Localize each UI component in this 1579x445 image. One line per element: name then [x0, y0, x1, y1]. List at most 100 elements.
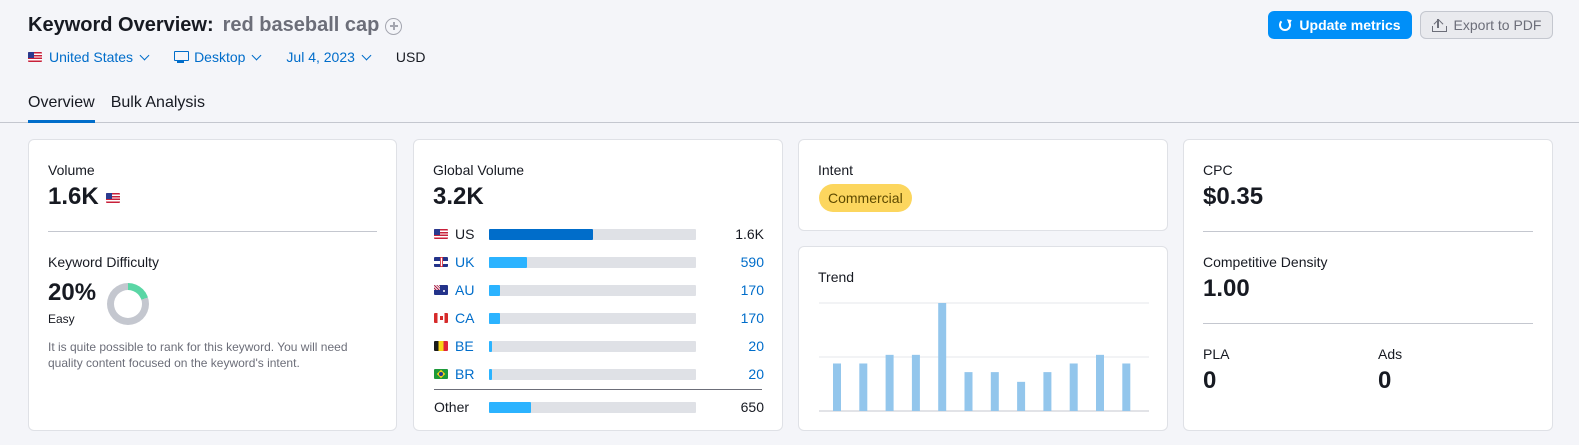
tab-bulk-analysis[interactable]: Bulk Analysis: [111, 92, 205, 123]
other-volume: 650: [740, 399, 764, 415]
ads-value: 0: [1378, 367, 1392, 394]
refresh-icon: [1279, 19, 1292, 31]
trend-label: Trend: [818, 269, 855, 285]
country-dropdown[interactable]: United States: [28, 49, 150, 65]
cpc-label: CPC: [1203, 162, 1233, 178]
volume-bar-fill: [489, 401, 532, 413]
density-divider: [1203, 323, 1533, 324]
date-label: Jul 4, 2023: [286, 49, 355, 65]
country-row-ca[interactable]: CA 170: [434, 308, 764, 328]
ca-flag-icon: [434, 313, 448, 323]
trend-bar[interactable]: [885, 354, 894, 411]
volume-bar-fill: [489, 368, 493, 380]
trend-bar[interactable]: [859, 363, 868, 411]
volume-bar-track: [489, 228, 696, 240]
pla-label: PLA: [1203, 346, 1230, 362]
volume-bar-track: [489, 312, 696, 324]
volume-bar-track: [489, 256, 696, 268]
uk-flag-icon: [434, 257, 448, 267]
us-flag-icon: [434, 229, 448, 239]
volume-bar-track: [489, 340, 696, 352]
global-volume-card: Global Volume 3.2K US 1.6K UK 590 AU 170…: [413, 139, 783, 431]
country-row-other: Other 650: [434, 397, 764, 417]
update-metrics-label: Update metrics: [1299, 17, 1401, 33]
global-volume-divider: [434, 389, 762, 390]
country-row-br[interactable]: BR 20: [434, 364, 764, 384]
global-volume-value: 3.2K: [433, 183, 484, 210]
country-label: United States: [49, 49, 134, 65]
us-flag-icon: [105, 193, 120, 203]
us-flag-icon: [28, 52, 42, 62]
volume-bar-track: [489, 368, 696, 380]
keyword-difficulty-value: 20%: [48, 279, 97, 306]
intent-label: Intent: [818, 162, 854, 178]
trend-bar[interactable]: [1017, 381, 1026, 411]
export-pdf-button[interactable]: Export to PDF: [1420, 11, 1553, 39]
br-flag-icon: [434, 369, 448, 379]
trend-bar[interactable]: [1096, 354, 1104, 411]
trend-bar[interactable]: [964, 372, 973, 411]
trend-chart: [819, 302, 1149, 412]
trend-bar[interactable]: [1122, 363, 1131, 411]
export-icon: [1431, 18, 1447, 32]
trend-bar[interactable]: [911, 354, 920, 411]
volume-bar-fill: [489, 340, 493, 352]
competitive-density-value: 1.00: [1203, 275, 1250, 302]
volume-bar-track: [489, 401, 696, 413]
country-row-uk[interactable]: UK 590: [434, 252, 764, 272]
tabs-divider: [0, 122, 1579, 123]
country-row-us: US 1.6K: [434, 224, 764, 244]
cpc-card: CPC $0.35 Competitive Density 1.00 PLA 0…: [1183, 139, 1553, 431]
filter-bar: United States Desktop Jul 4, 2023 USD: [28, 47, 425, 67]
chevron-down-icon: [361, 50, 372, 60]
global-volume-label: Global Volume: [433, 162, 525, 178]
trend-bar[interactable]: [1069, 363, 1078, 411]
cpc-value: $0.35: [1203, 183, 1264, 210]
difficulty-level: Easy: [48, 312, 75, 326]
page-title-label: Keyword Overview:: [28, 13, 214, 36]
volume-value: 1.6K: [48, 183, 120, 211]
cpc-divider: [1203, 231, 1533, 232]
device-dropdown[interactable]: Desktop: [174, 49, 262, 65]
tab-bar: Overview Bulk Analysis: [28, 92, 221, 123]
country-volume[interactable]: 170: [741, 282, 764, 298]
keyword-difficulty-label: Keyword Difficulty: [48, 254, 160, 270]
tab-overview[interactable]: Overview: [28, 92, 95, 123]
trend-bar[interactable]: [938, 303, 947, 411]
country-volume[interactable]: 20: [748, 338, 764, 354]
volume-bar-fill: [489, 284, 500, 296]
currency-label: USD: [395, 49, 426, 65]
volume-bar-fill: [489, 228, 593, 240]
country-volume[interactable]: 590: [741, 254, 764, 270]
country-volume[interactable]: 170: [741, 310, 764, 326]
trend-bar[interactable]: [990, 372, 999, 411]
pla-value: 0: [1203, 367, 1217, 394]
trend-bar[interactable]: [1043, 372, 1052, 411]
trend-bar[interactable]: [833, 363, 841, 411]
date-dropdown[interactable]: Jul 4, 2023: [286, 49, 372, 65]
be-flag-icon: [434, 341, 448, 351]
desktop-icon: [174, 51, 190, 63]
device-label: Desktop: [194, 49, 246, 65]
add-keyword-icon[interactable]: [385, 17, 403, 35]
volume-card: Volume 1.6K Keyword Difficulty 20% Easy …: [28, 139, 397, 431]
difficulty-description: It is quite possible to rank for this ke…: [48, 340, 348, 370]
other-label: Other: [434, 399, 470, 415]
volume-bar-track: [489, 284, 696, 296]
chevron-down-icon: [139, 50, 150, 60]
au-flag-icon: [434, 285, 448, 295]
volume-number: 1.6K: [48, 183, 99, 210]
country-row-au[interactable]: AU 170: [434, 280, 764, 300]
volume-bar-fill: [489, 256, 528, 268]
country-volume[interactable]: 20: [748, 366, 764, 382]
keyword-text: red baseball cap: [222, 13, 380, 36]
export-pdf-label: Export to PDF: [1453, 17, 1542, 33]
volume-bar-fill: [489, 312, 500, 324]
country-row-be[interactable]: BE 20: [434, 336, 764, 356]
ads-label: Ads: [1378, 346, 1403, 362]
trend-card: Trend: [798, 246, 1168, 431]
intent-badge: Commercial: [819, 184, 912, 212]
volume-label: Volume: [48, 162, 95, 178]
difficulty-donut: [107, 283, 149, 325]
update-metrics-button[interactable]: Update metrics: [1268, 11, 1412, 39]
